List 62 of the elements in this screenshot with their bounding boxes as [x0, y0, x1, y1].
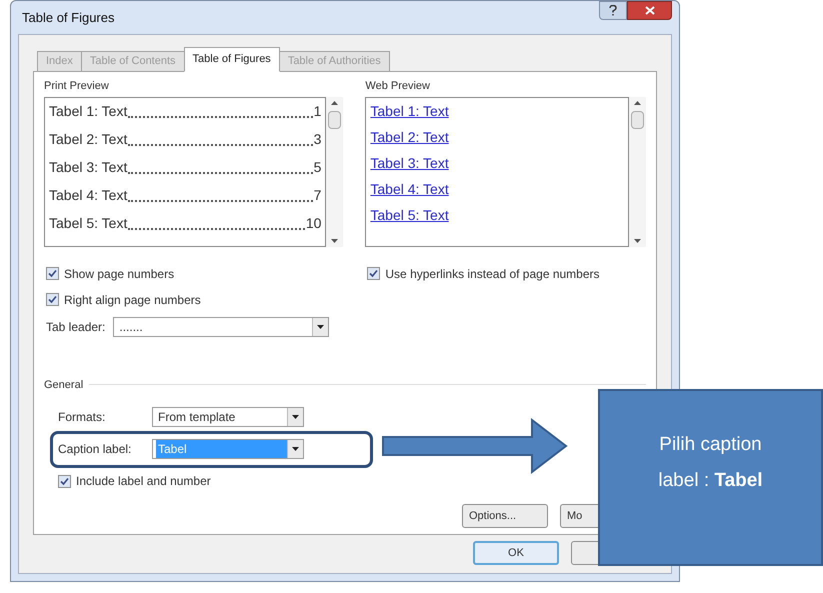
preview-link[interactable]: Tabel 3: Text [370, 152, 449, 174]
scrollbar[interactable] [629, 96, 646, 246]
up-arrow-icon[interactable] [331, 100, 338, 104]
field-label: Caption label: [58, 441, 132, 458]
entry-title: Tabel 5: Text [49, 214, 128, 232]
dropdown-arrow-button[interactable] [287, 440, 303, 458]
field-label: Tab leader: [46, 318, 106, 336]
dialog-button[interactable]: Options... [462, 504, 548, 528]
scroll-thumb[interactable] [328, 110, 342, 128]
right-arrow-icon [382, 418, 568, 474]
section-label: Print Preview [44, 79, 110, 94]
dropdown-arrow-button[interactable] [287, 408, 303, 426]
up-arrow-icon[interactable] [634, 100, 641, 104]
dropdown-value: Tabel [156, 440, 287, 458]
checkmark-icon [60, 476, 69, 486]
preview-link[interactable]: Tabel 2: Text [370, 126, 449, 148]
checkbox-label: Use hyperlinks instead of page numbers [385, 266, 600, 282]
window-title: Table of Figures [21, 8, 114, 27]
dropdown-arrow-button[interactable] [312, 318, 328, 336]
help-button[interactable] [599, 1, 627, 20]
checkmark-icon [369, 269, 378, 278]
page-number: 5 [314, 158, 322, 176]
checkbox[interactable] [58, 474, 71, 488]
page-number: 3 [314, 130, 322, 148]
entry-title: Tabel 2: Text [49, 130, 128, 148]
dropdown-value: ....... [118, 318, 144, 336]
preview-link[interactable]: Tabel 5: Text [370, 204, 449, 226]
close-button[interactable] [627, 1, 672, 20]
checkbox-label: Show page numbers [64, 266, 174, 282]
caret-icon [292, 447, 299, 451]
preview-link[interactable]: Tabel 1: Text [370, 100, 449, 122]
section-label: General [44, 378, 84, 392]
help-icon [609, 5, 617, 16]
checkbox[interactable] [46, 267, 59, 280]
entry-title: Tabel 4: Text [49, 186, 128, 204]
scrollbar[interactable] [326, 96, 344, 246]
ok-button[interactable]: OK [473, 541, 559, 565]
checkbox-label: Include label and number [76, 473, 211, 490]
entry-title: Tabel 3: Text [49, 158, 128, 176]
tab[interactable]: Table of Figures [184, 47, 280, 72]
page-number: 7 [314, 186, 322, 204]
dropdown-field[interactable]: ....... [113, 316, 330, 336]
caret-icon [317, 324, 324, 328]
checkmark-icon [48, 295, 57, 304]
preview-link[interactable]: Tabel 4: Text [370, 178, 449, 200]
down-arrow-icon[interactable] [634, 238, 641, 242]
dropdown-value: From template [157, 409, 236, 426]
close-icon [644, 6, 654, 15]
field-label: Formats: [58, 409, 106, 426]
page-number: 1 [314, 102, 322, 120]
callout-text: Pilih caption label : Tabel [657, 433, 764, 493]
checkbox[interactable] [367, 267, 380, 280]
down-arrow-icon[interactable] [331, 238, 338, 242]
caret-icon [292, 415, 299, 419]
dropdown-field[interactable]: From template [152, 407, 304, 427]
checkmark-icon [48, 269, 57, 278]
page-number: 10 [306, 214, 322, 232]
checkbox-label: Right align page numbers [64, 292, 201, 308]
section-label: Web Preview [365, 79, 431, 94]
scroll-thumb[interactable] [631, 110, 644, 128]
entry-title: Tabel 1: Text [49, 102, 128, 120]
checkbox[interactable] [46, 293, 59, 306]
